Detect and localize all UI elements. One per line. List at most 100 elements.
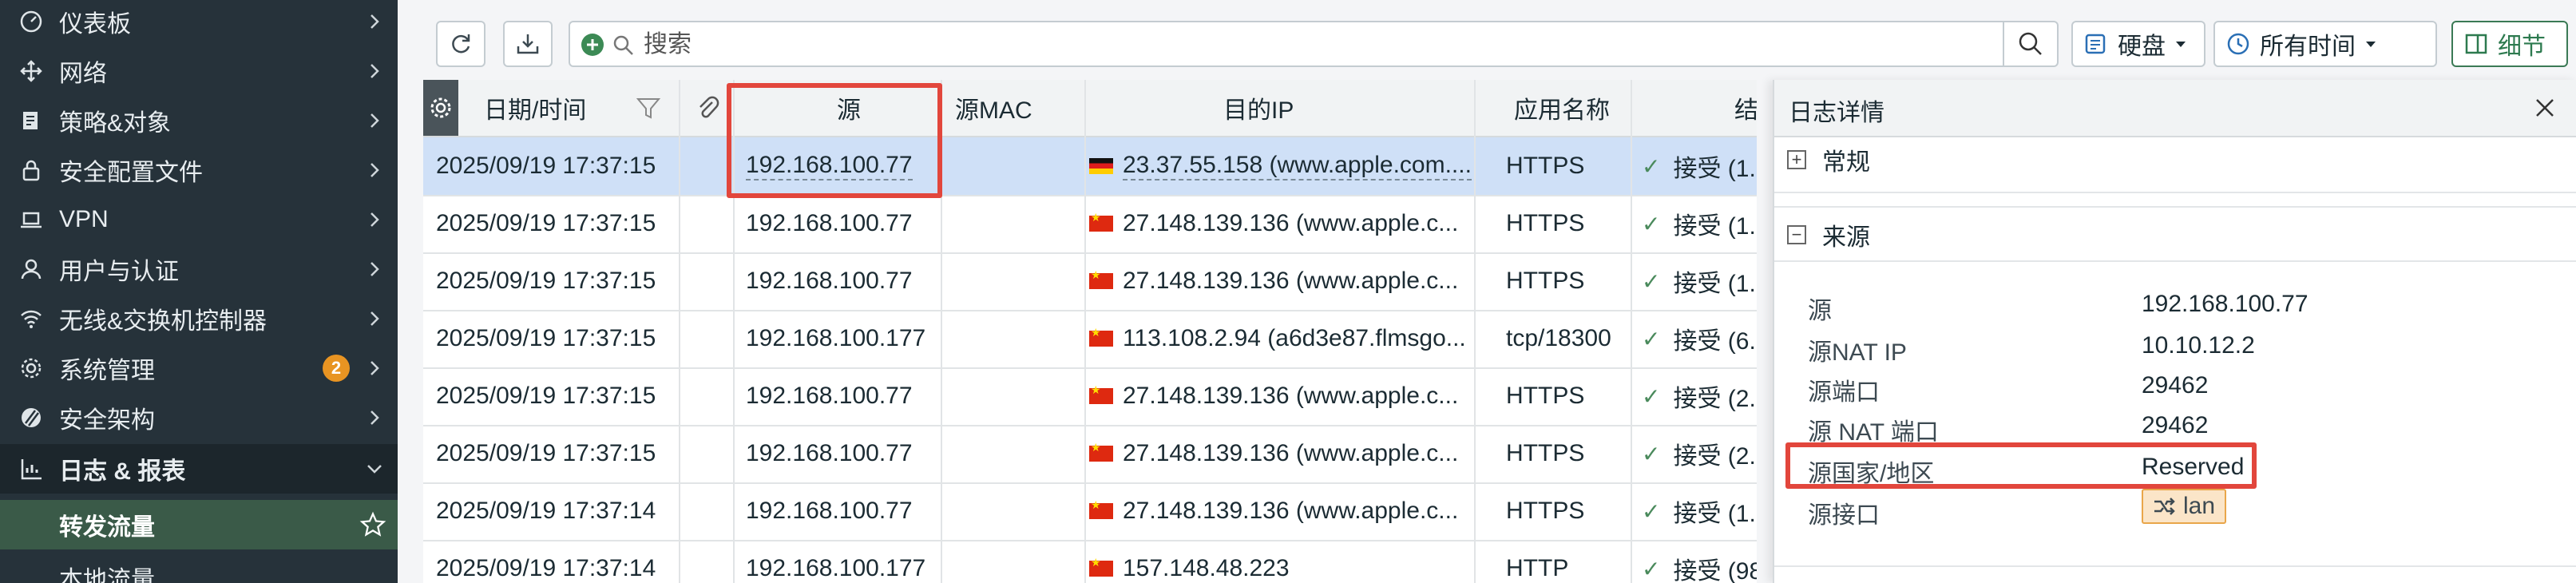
field-value-source-nat-ip: 10.10.12.2 [2142,332,2255,359]
gear-icon [430,97,451,118]
cell-result: 接受 (1. [1673,271,1756,297]
field-key-source-nat-port: 源 NAT 端口 [1808,419,1939,446]
clock-icon [2227,33,2249,55]
sidebar-item-label: 系统管理 [59,358,155,384]
table-row[interactable]: 2025/09/19 17:37:15 192.168.100.77 27.14… [423,195,1757,254]
panel-title: 日志详情 [1789,100,1884,126]
table-row[interactable]: 2025/09/19 17:37:14 192.168.100.177 157.… [423,540,1757,583]
table-row[interactable]: 2025/09/19 17:37:15 192.168.100.77 27.14… [423,252,1757,311]
sidebar-item-system[interactable]: 系统管理 2 [0,343,398,393]
germany-flag-icon [1089,158,1113,174]
sidebar-item-local-traffic[interactable]: 本地流量 [0,553,398,583]
sidebar-item-log-report[interactable]: 日志 & 报表 [0,444,398,494]
china-flag-icon [1089,268,1113,289]
time-range-label: 所有时间 [2260,34,2356,60]
filter-icon[interactable] [636,96,661,121]
table-row[interactable]: 2025/09/19 17:37:15 192.168.100.177 113.… [423,310,1757,369]
search-submit-button[interactable] [2003,22,2057,65]
lock-icon [18,157,45,184]
interface-tag[interactable]: lan [2142,489,2227,524]
column-header-result[interactable]: 结 [1734,80,1757,136]
column-header-source-mac[interactable]: 源MAC [955,80,1032,136]
column-header-dest-ip[interactable]: 目的IP [1223,80,1294,136]
sidebar-item-wireless-switch[interactable]: 无线&交换机控制器 [0,294,398,343]
network-icon [18,58,45,85]
search-input[interactable] [642,29,1955,61]
cell-dest-ip: 27.148.139.136 (www.apple.c... [1123,498,1459,524]
sidebar-item-label: 安全架构 [59,407,155,434]
field-value-source-interface: lan [2183,493,2216,519]
cell-datetime: 2025/09/19 17:37:14 [436,555,656,581]
download-icon [517,34,539,54]
divider [1774,260,2576,262]
sidebar-item-label: 日志 & 报表 [59,458,186,485]
refresh-icon [452,34,470,54]
section-general-toggle[interactable]: + 常规 [1774,136,2576,184]
column-settings-button[interactable] [423,80,458,136]
sidebar-item-label: VPN [59,206,109,232]
details-panel-icon [2465,34,2487,54]
sidebar-item-dashboard[interactable]: 仪表板 [0,0,398,46]
field-value-source-port: 29462 [2142,372,2209,399]
chevron-right-icon [371,311,379,326]
column-header-app[interactable]: 应用名称 [1514,80,1610,136]
time-range-dropdown[interactable]: 所有时间 [2213,21,2437,67]
sidebar-item-network[interactable]: 网络 [0,46,398,96]
section-source-toggle[interactable]: − 来源 [1774,211,2576,259]
check-icon: ✓ [1642,441,1661,466]
download-button[interactable] [503,21,553,67]
check-icon: ✓ [1642,268,1661,294]
sidebar-item-label: 用户与认证 [59,259,179,285]
column-divider [1084,80,1086,583]
attachment-icon[interactable] [695,94,720,121]
sidebar-item-label: 本地流量 [59,567,155,583]
chevron-down-icon [367,465,382,474]
column-header-source[interactable]: 源 [837,80,861,136]
cell-dest-ip[interactable]: 23.37.55.158 (www.apple.com.... [1123,152,1472,180]
add-filter-icon[interactable] [580,32,605,58]
table-row[interactable]: 2025/09/19 17:37:14 192.168.100.77 27.14… [423,482,1757,541]
table-row[interactable]: 2025/09/19 17:37:15 192.168.100.77 27.14… [423,367,1757,426]
log-detail-panel: 日志详情 + 常规 − 来源 源 192.168.100.77 源NAT IP … [1773,80,2576,583]
cell-result: 接受 (6. [1673,328,1756,355]
collapse-icon: − [1787,225,1806,244]
sidebar-item-label: 安全配置文件 [59,160,203,186]
cell-result: 接受 (1. [1673,213,1756,240]
cell-datetime: 2025/09/19 17:37:15 [436,325,656,351]
field-key-source-country: 源国家/地区 [1808,461,1935,487]
caret-down-icon [2366,42,2376,47]
details-toggle-button[interactable]: 细节 [2451,21,2568,67]
cell-dest-ip: 113.108.2.94 (a6d3e87.flmsgo... [1123,325,1466,351]
cell-source[interactable]: 192.168.100.77 [746,152,913,180]
sidebar-item-security-fabric[interactable]: 安全架构 [0,393,398,442]
sidebar-item-user-auth[interactable]: 用户与认证 [0,244,398,294]
cell-dest-ip: 27.148.139.136 (www.apple.c... [1123,440,1459,466]
sidebar-item-label: 转发流量 [59,514,155,541]
notification-badge: 2 [323,355,350,382]
chart-icon [18,455,45,482]
cell-datetime: 2025/09/19 17:37:15 [436,210,656,236]
sidebar-item-security-profiles[interactable]: 安全配置文件 [0,145,398,195]
chevron-right-icon [371,212,379,227]
sidebar-item-forward-traffic[interactable]: 转发流量 [0,500,398,549]
storage-dropdown[interactable]: 硬盘 [2071,21,2205,67]
divider [1774,192,2576,193]
search-icon [613,35,633,55]
sidebar-item-policy[interactable]: 策略&对象 [0,96,398,145]
star-icon[interactable] [359,511,386,538]
check-icon: ✓ [1642,326,1661,351]
sidebar-item-label: 网络 [59,61,107,87]
field-value-source-nat-port: 29462 [2142,412,2209,438]
table-row[interactable]: 2025/09/19 17:37:15 192.168.100.77 23.37… [423,137,1757,196]
close-icon[interactable] [2533,96,2557,120]
details-label: 细节 [2498,34,2546,60]
column-header-datetime[interactable]: 日期/时间 [484,80,586,136]
section-source-label: 来源 [1822,224,1870,251]
fabric-icon [18,404,45,431]
refresh-button[interactable] [436,21,485,67]
storage-label: 硬盘 [2118,34,2166,60]
cell-source: 192.168.100.77 [746,498,913,524]
table-row[interactable]: 2025/09/19 17:37:15 192.168.100.77 27.14… [423,425,1757,484]
cell-dest-ip: 27.148.139.136 (www.apple.c... [1123,268,1459,294]
sidebar-item-vpn[interactable]: VPN [0,195,398,244]
